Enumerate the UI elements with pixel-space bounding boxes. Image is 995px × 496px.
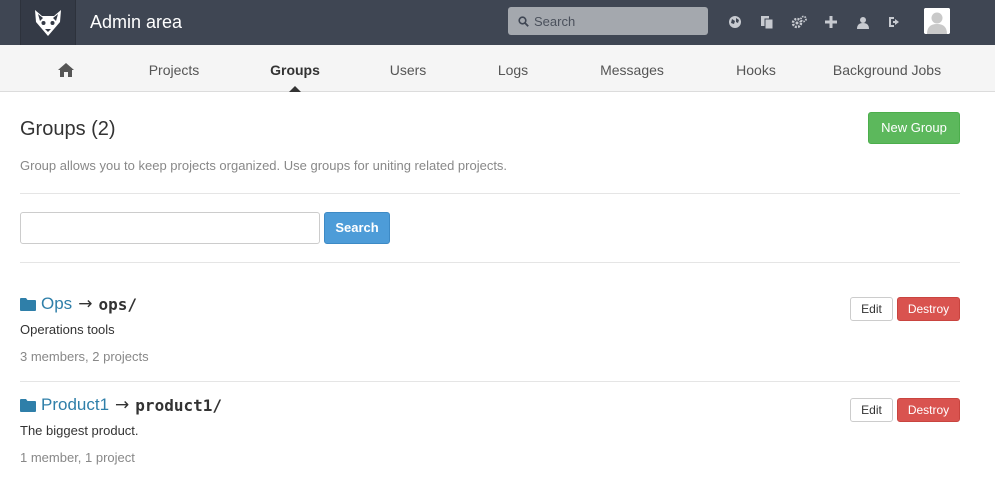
nav-logs[interactable]: Logs: [490, 45, 536, 91]
group-description: Operations tools: [20, 322, 115, 337]
group-path: product1/: [135, 395, 222, 415]
group-heading: Product1 → product1/: [20, 394, 222, 416]
group-row: Product1 → product1/ The biggest product…: [20, 394, 960, 474]
page-description: Group allows you to keep projects organi…: [20, 158, 508, 173]
sign-out-icon[interactable]: [884, 11, 906, 33]
header-search-input[interactable]: [534, 13, 704, 29]
home-icon: [58, 63, 74, 77]
group-description: The biggest product.: [20, 423, 139, 438]
new-group-button[interactable]: New Group: [868, 112, 960, 144]
nav-home[interactable]: [52, 45, 80, 91]
admin-nav: Projects Groups Users Logs Messages Hook…: [0, 45, 995, 92]
header-icons: [724, 11, 916, 33]
app-title: Admin area: [90, 12, 183, 32]
nav-groups[interactable]: Groups: [262, 45, 328, 92]
nav-messages[interactable]: Messages: [592, 45, 672, 91]
group-name-link[interactable]: Product1: [41, 395, 109, 415]
user-icon[interactable]: [852, 11, 874, 33]
group-search-input[interactable]: [20, 212, 320, 244]
logo[interactable]: [20, 0, 76, 45]
edit-button[interactable]: Edit: [850, 297, 893, 321]
group-stats: 1 member, 1 project: [20, 450, 135, 465]
plus-icon[interactable]: [820, 11, 842, 33]
top-header: Admin area: [0, 0, 995, 45]
active-caret-icon: [289, 86, 301, 92]
globe-icon[interactable]: [724, 11, 746, 33]
folder-icon: [20, 398, 36, 412]
cogs-icon[interactable]: [788, 11, 810, 33]
folder-icon: [20, 297, 36, 311]
group-heading: Ops → ops/: [20, 293, 137, 315]
nav-users[interactable]: Users: [382, 45, 434, 91]
nav-hooks[interactable]: Hooks: [728, 45, 784, 91]
group-row: Ops → ops/ Operations tools 3 members, 2…: [20, 293, 960, 373]
fox-logo-icon: [35, 9, 61, 36]
edit-button[interactable]: Edit: [850, 398, 893, 422]
right-arrow-icon: →: [78, 294, 93, 314]
page-title: Groups (2): [20, 118, 116, 140]
divider: [20, 262, 960, 263]
right-arrow-icon: →: [115, 395, 130, 415]
group-path: ops/: [98, 294, 137, 314]
divider: [20, 193, 960, 194]
group-name-link[interactable]: Ops: [41, 294, 72, 314]
copy-icon[interactable]: [756, 11, 778, 33]
nav-projects[interactable]: Projects: [138, 45, 210, 91]
destroy-button[interactable]: Destroy: [897, 398, 960, 422]
destroy-button[interactable]: Destroy: [897, 297, 960, 321]
search-icon: [518, 15, 529, 27]
nav-groups-label: Groups: [270, 62, 320, 78]
search-button[interactable]: Search: [324, 212, 390, 244]
group-stats: 3 members, 2 projects: [20, 349, 149, 364]
nav-background-jobs[interactable]: Background Jobs: [826, 45, 948, 91]
divider: [20, 381, 960, 382]
user-avatar-icon: [924, 8, 950, 34]
avatar[interactable]: [924, 8, 950, 34]
header-search[interactable]: [508, 7, 708, 35]
